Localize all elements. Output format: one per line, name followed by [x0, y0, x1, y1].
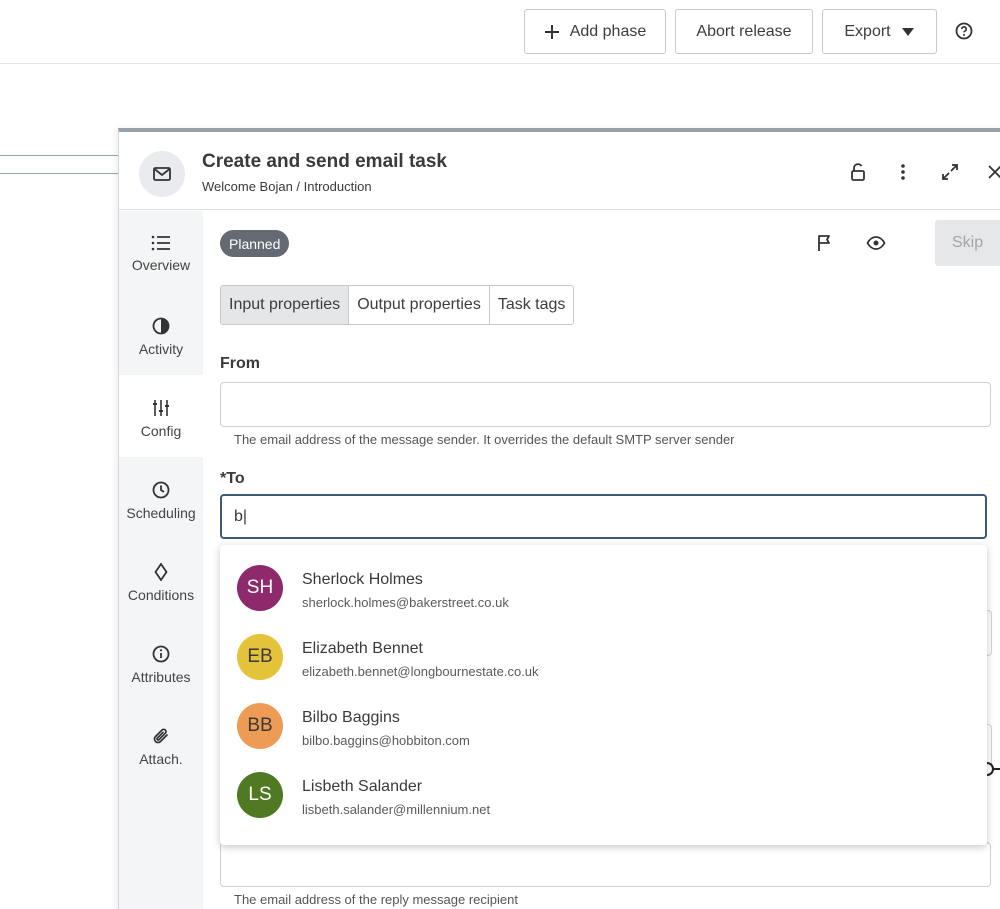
- avatar: LS: [237, 772, 283, 818]
- sliders-icon: [153, 400, 169, 416]
- skip-button[interactable]: Skip: [935, 220, 1000, 266]
- sidenav-label: Scheduling: [126, 505, 196, 521]
- clock-icon: [152, 481, 170, 499]
- sidenav-item-config[interactable]: Config: [119, 375, 203, 457]
- sidenav-label: Config: [140, 423, 182, 439]
- suggestion-item[interactable]: SH Sherlock Holmes sherlock.holmes@baker…: [220, 545, 987, 614]
- sidenav-item-attributes[interactable]: Attributes: [119, 621, 203, 703]
- suggestion-name: Sherlock Holmes: [302, 571, 423, 588]
- properties-tabs: Input properties Output properties Task …: [220, 285, 575, 325]
- diamond-icon: [154, 563, 168, 581]
- task-type-avatar: [139, 151, 185, 197]
- avatar: SH: [237, 565, 283, 611]
- add-phase-button[interactable]: Add phase: [524, 9, 666, 54]
- list-icon: [151, 235, 170, 251]
- suggestion-email: bilbo.baggins@hobbiton.com: [302, 733, 470, 748]
- suggestion-name: Elizabeth Bennet: [302, 640, 423, 657]
- info-icon: [152, 645, 170, 663]
- side-navigation: Overview Activity Config Scheduling Cond…: [119, 211, 203, 909]
- task-title: Create and send email task: [202, 151, 447, 172]
- envelope-icon: [153, 167, 171, 181]
- sidenav-item-attachments[interactable]: Attach.: [119, 703, 203, 785]
- background-line: [0, 155, 118, 156]
- task-breadcrumb: Welcome Bojan / Introduction: [202, 179, 372, 194]
- eye-icon[interactable]: [866, 233, 886, 253]
- plus-icon: [544, 24, 559, 39]
- sidenav-label: Attributes: [131, 669, 191, 685]
- panel-header: Create and send email task Welcome Bojan…: [119, 132, 1000, 210]
- from-label: From: [220, 355, 260, 372]
- sidenav-item-activity[interactable]: Activity: [119, 293, 203, 375]
- export-label: Export: [844, 22, 891, 40]
- reply-to-field[interactable]: [220, 842, 991, 887]
- flag-icon[interactable]: [815, 233, 835, 253]
- tab-input-properties[interactable]: Input properties: [221, 286, 350, 324]
- from-field[interactable]: [220, 382, 991, 427]
- to-label: *To: [220, 470, 245, 487]
- from-hint: The email address of the message sender.…: [234, 432, 735, 447]
- to-field[interactable]: b|: [220, 494, 987, 539]
- export-button[interactable]: Export: [822, 9, 937, 54]
- more-options-icon[interactable]: [893, 162, 913, 182]
- sidenav-item-overview[interactable]: Overview: [119, 211, 203, 293]
- suggestion-name: Lisbeth Salander: [302, 778, 423, 795]
- suggestion-email: lisbeth.salander@millennium.net: [302, 802, 491, 817]
- suggestion-name: Bilbo Baggins: [302, 709, 400, 726]
- connector-line: [993, 768, 1000, 770]
- suggestion-email: elizabeth.bennet@longbournestate.co.uk: [302, 664, 539, 679]
- avatar: BB: [237, 703, 283, 749]
- sidenav-label: Overview: [131, 257, 191, 273]
- top-toolbar: Add phase Abort release Export: [0, 0, 1000, 64]
- help-icon[interactable]: [955, 22, 973, 40]
- unlock-icon[interactable]: [848, 162, 868, 182]
- sidenav-item-scheduling[interactable]: Scheduling: [119, 457, 203, 539]
- caret-down-icon: [901, 27, 914, 36]
- sidenav-label: Conditions: [127, 587, 195, 603]
- add-phase-label: Add phase: [569, 22, 647, 40]
- suggestion-item[interactable]: BB Bilbo Baggins bilbo.baggins@hobbiton.…: [220, 683, 987, 752]
- tab-task-tags[interactable]: Task tags: [489, 286, 574, 324]
- abort-release-label: Abort release: [696, 22, 792, 40]
- background-line: [0, 173, 118, 174]
- suggestion-item[interactable]: EB Elizabeth Bennet elizabeth.bennet@lon…: [220, 614, 987, 683]
- close-icon[interactable]: [985, 162, 1000, 182]
- status-badge: Planned: [220, 230, 290, 257]
- abort-release-button[interactable]: Abort release: [675, 9, 813, 54]
- suggestion-email: sherlock.holmes@bakerstreet.co.uk: [302, 595, 509, 610]
- sidenav-label: Attach.: [139, 751, 183, 767]
- sidenav-item-conditions[interactable]: Conditions: [119, 539, 203, 621]
- activity-icon: [152, 317, 170, 335]
- suggestion-item[interactable]: LS Lisbeth Salander lisbeth.salander@mil…: [220, 752, 987, 821]
- avatar: EB: [237, 634, 283, 680]
- sidenav-label: Activity: [138, 341, 184, 357]
- expand-icon[interactable]: [940, 162, 960, 182]
- reply-to-hint: The email address of the reply message r…: [234, 892, 518, 907]
- recipient-suggestions: SH Sherlock Holmes sherlock.holmes@baker…: [220, 545, 987, 845]
- tab-output-properties[interactable]: Output properties: [349, 286, 490, 324]
- paperclip-icon: [153, 728, 168, 744]
